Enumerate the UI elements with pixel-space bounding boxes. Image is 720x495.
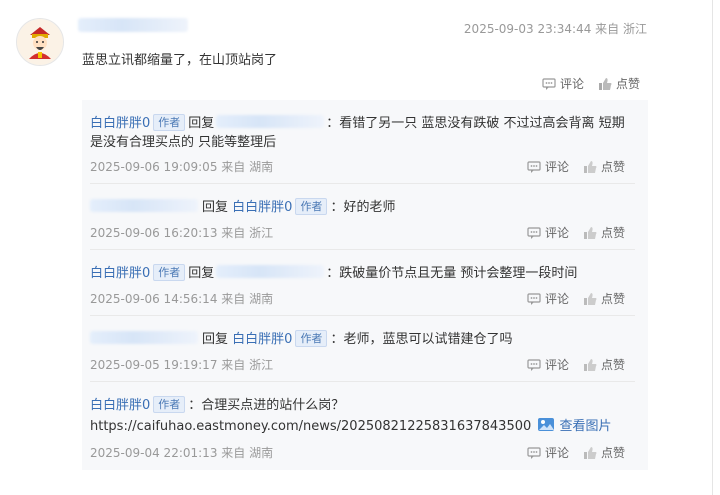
reply-4-text: ：老师，蓝思可以试错建仓了吗 — [330, 332, 513, 347]
divider — [90, 381, 635, 382]
reply-3-line: 白白胖胖0 作者 回复 ：跌破量价节点且无量 预计会整理一段时间 — [90, 262, 577, 281]
reply-3-like-button[interactable]: 点赞 — [583, 290, 625, 307]
post-comment-button[interactable]: 评论 — [542, 75, 584, 92]
username-redacted — [78, 18, 188, 32]
reply-1-comment-button[interactable]: 评论 — [527, 158, 569, 175]
like-label: 点赞 — [601, 160, 626, 174]
post-meta: 2025-09-03 23:34:44 来自 浙江 — [463, 22, 647, 36]
reply-3-meta: 2025-09-06 14:56:14 来自 湖南 — [90, 292, 274, 306]
author-badge: 作者 — [295, 198, 328, 215]
comment-icon — [527, 358, 541, 371]
reply-3-comment-button[interactable]: 评论 — [527, 290, 569, 307]
reply-4-meta: 2025-09-05 19:19:17 来自 浙江 — [90, 358, 274, 372]
post-like-button[interactable]: 点赞 — [598, 75, 640, 92]
comment-icon — [527, 226, 541, 239]
reply-label: 回复 — [188, 266, 215, 281]
reply-label: 回复 — [202, 200, 229, 215]
reply-5-like-button[interactable]: 点赞 — [583, 444, 625, 461]
reply-1-like-button[interactable]: 点赞 — [583, 158, 625, 175]
like-icon — [584, 358, 597, 371]
author-badge: 作者 — [153, 114, 186, 131]
reply-5-meta: 2025-09-04 22:01:13 来自 湖南 — [90, 446, 274, 460]
like-label: 点赞 — [601, 292, 626, 306]
comment-label: 评论 — [545, 446, 570, 460]
comment-label: 评论 — [545, 160, 570, 174]
reply-5-text: ：合理买点进的站什么岗？ — [188, 398, 345, 413]
post-comment-label: 评论 — [560, 77, 585, 91]
author-badge: 作者 — [153, 396, 186, 413]
reply-2-line: 回复 白白胖胖0 作者 ：好的老师 — [90, 196, 395, 215]
redacted-username — [90, 331, 198, 344]
image-icon[interactable] — [537, 417, 555, 433]
scrollbar-track[interactable] — [712, 0, 713, 495]
reply-4-comment-button[interactable]: 评论 — [527, 356, 569, 373]
comment-icon — [527, 446, 541, 459]
reply-1-line1: 白白胖胖0 作者 回复 ：看错了另一只 蓝思没有跌破 不过过高会背离 短期 — [90, 112, 625, 131]
comment-label: 评论 — [545, 358, 570, 372]
like-label: 点赞 — [601, 446, 626, 460]
redacted-username — [216, 115, 325, 128]
comment-label: 评论 — [545, 226, 570, 240]
divider — [90, 183, 635, 184]
comment-icon — [527, 292, 541, 305]
author-badge: 作者 — [295, 330, 328, 347]
user-avatar[interactable] — [16, 18, 64, 66]
like-label: 点赞 — [601, 226, 626, 240]
reply-4-line: 回复 白白胖胖0 作者 ：老师，蓝思可以试错建仓了吗 — [90, 328, 512, 347]
reply-5-link[interactable]: https://caifuhao.eastmoney.com/news/2025… — [90, 419, 531, 434]
like-icon — [584, 292, 597, 305]
redacted-username — [216, 265, 325, 278]
reply-label: 回复 — [202, 332, 229, 347]
reply-5-line2: https://caifuhao.eastmoney.com/news/2025… — [90, 415, 612, 434]
reply-1-text-line1: ：看错了另一只 蓝思没有跌破 不过过高会背离 短期 — [326, 116, 625, 131]
comment-label: 评论 — [545, 292, 570, 306]
reply-1-text-line2: 是没有合理买点的 只能等整理后 — [90, 135, 277, 150]
like-icon — [584, 160, 597, 173]
reply-3-text: ：跌破量价节点且无量 预计会整理一段时间 — [326, 266, 578, 281]
redacted-username — [90, 199, 198, 212]
reply-2-like-button[interactable]: 点赞 — [583, 224, 625, 241]
like-icon — [584, 446, 597, 459]
reply-4-like-button[interactable]: 点赞 — [583, 356, 625, 373]
divider — [90, 315, 635, 316]
author-badge: 作者 — [153, 264, 186, 281]
reply-1-meta: 2025-09-06 19:09:05 来自 湖南 — [90, 160, 274, 174]
reply-4-target-user[interactable]: 白白胖胖0 — [232, 332, 292, 347]
reply-2-target-user[interactable]: 白白胖胖0 — [232, 200, 292, 215]
reply-5-comment-button[interactable]: 评论 — [527, 444, 569, 461]
reply-2-text: ：好的老师 — [330, 200, 396, 215]
view-image-link[interactable]: 查看图片 — [560, 419, 612, 434]
divider — [90, 249, 635, 250]
reply-label: 回复 — [188, 116, 215, 131]
reply-3-user[interactable]: 白白胖胖0 — [90, 266, 150, 281]
reply-1-user[interactable]: 白白胖胖0 — [90, 116, 150, 131]
reply-5-line1: 白白胖胖0 作者 ：合理买点进的站什么岗？ — [90, 394, 344, 413]
post-like-label: 点赞 — [616, 77, 641, 91]
comment-icon — [527, 160, 541, 173]
like-icon — [584, 226, 597, 239]
like-label: 点赞 — [601, 358, 626, 372]
reply-2-meta: 2025-09-06 16:20:13 来自 浙江 — [90, 226, 274, 240]
like-icon — [599, 77, 612, 90]
reply-2-comment-button[interactable]: 评论 — [527, 224, 569, 241]
post-text: 蓝思立讯都缩量了，在山顶站岗了 — [82, 53, 278, 68]
comment-icon — [542, 77, 556, 90]
reply-5-user[interactable]: 白白胖胖0 — [90, 398, 150, 413]
